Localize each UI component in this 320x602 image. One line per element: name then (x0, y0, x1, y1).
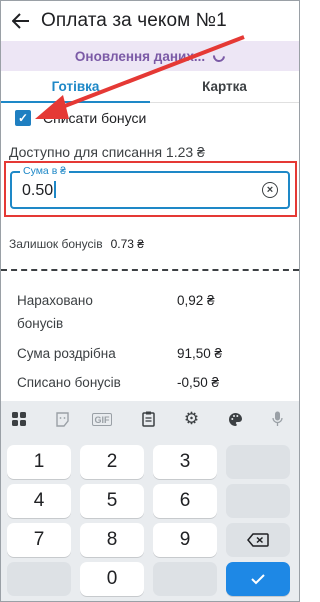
annotation-arrow (35, 35, 245, 119)
screen: Оплата за чеком №1 Оновлення даних... Го… (0, 0, 300, 602)
